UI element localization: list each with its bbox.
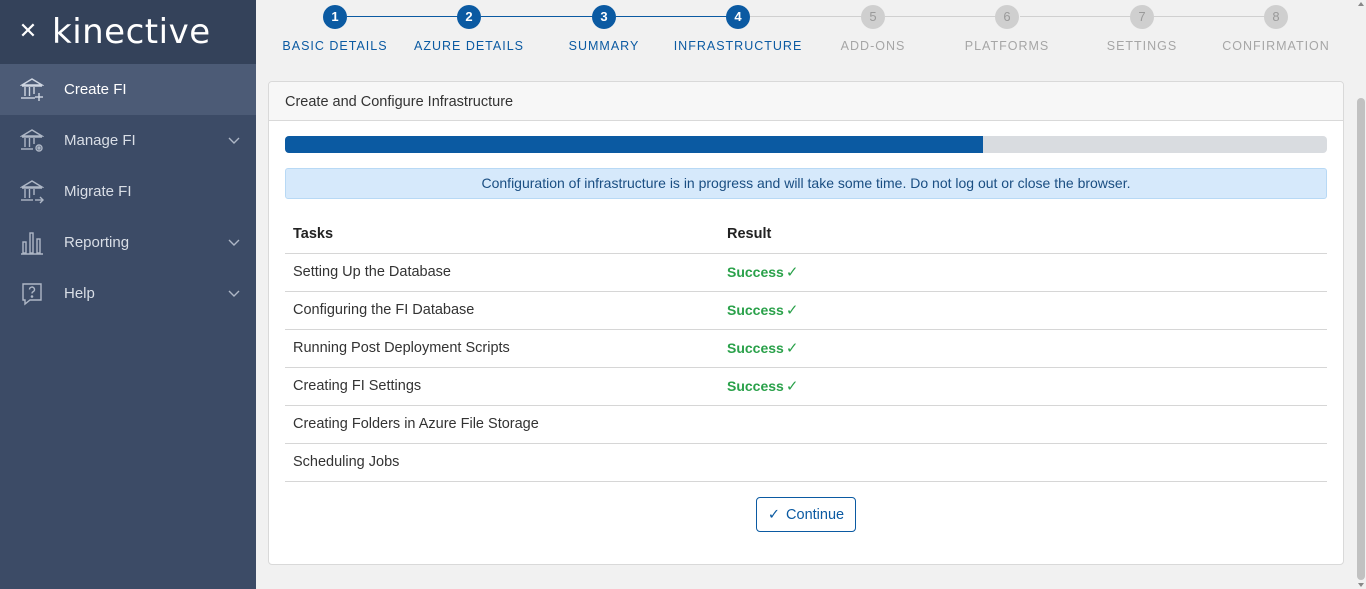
task-name: Configuring the FI Database xyxy=(285,291,719,330)
check-icon: ✓ xyxy=(785,340,799,357)
step-azure-details[interactable]: 2 AZURE DETAILS xyxy=(399,5,539,53)
step-number: 4 xyxy=(726,5,750,29)
step-label: PLATFORMS xyxy=(964,39,1050,53)
table-row: Scheduling Jobs xyxy=(285,443,1327,482)
table-row: Configuring the FI Database Success ✓ xyxy=(285,291,1327,330)
sidebar-item-label: Help xyxy=(64,285,95,302)
scroll-down-arrow-icon[interactable] xyxy=(1358,583,1364,587)
step-label: AZURE DETAILS xyxy=(413,39,524,53)
chevron-down-icon xyxy=(228,137,240,144)
task-name: Scheduling Jobs xyxy=(285,443,719,482)
task-name: Running Post Deployment Scripts xyxy=(285,329,719,368)
step-number: 8 xyxy=(1264,5,1288,29)
step-number: 2 xyxy=(457,5,481,29)
sidebar: ✕ kinective Create FI Manage FI Migrate … xyxy=(0,0,256,589)
task-result: Success ✓ xyxy=(719,329,1327,368)
chevron-down-icon xyxy=(228,239,240,246)
card-title: Create and Configure Infrastructure xyxy=(269,82,1343,121)
column-header-tasks: Tasks xyxy=(285,215,719,254)
step-number: 5 xyxy=(861,5,885,29)
wizard-stepper: 1 BASIC DETAILS 2 AZURE DETAILS 3 SUMMAR… xyxy=(256,0,1356,70)
table-row: Creating FI Settings Success ✓ xyxy=(285,367,1327,406)
chevron-down-icon xyxy=(228,290,240,297)
step-number: 7 xyxy=(1130,5,1154,29)
logo: kinective xyxy=(52,12,211,52)
task-result: Success ✓ xyxy=(719,291,1327,330)
sidebar-header: ✕ kinective xyxy=(0,0,256,64)
success-status: Success xyxy=(727,264,784,280)
task-name: Creating Folders in Azure File Storage xyxy=(285,405,719,444)
check-icon: ✓ xyxy=(785,378,799,395)
step-confirmation: 8 CONFIRMATION xyxy=(1206,5,1346,53)
page-scrollbar[interactable] xyxy=(1356,0,1366,589)
check-icon: ✓ xyxy=(785,264,799,281)
bar-chart-icon xyxy=(21,232,43,255)
continue-button[interactable]: ✓ Continue xyxy=(756,497,856,532)
step-add-ons: 5 ADD-ONS xyxy=(803,5,943,53)
step-label: SETTINGS xyxy=(1106,39,1178,53)
success-status: Success xyxy=(727,302,784,318)
step-settings: 7 SETTINGS xyxy=(1072,5,1212,53)
sidebar-item-create-fi[interactable]: Create FI xyxy=(0,64,256,115)
step-number: 1 xyxy=(323,5,347,29)
sidebar-item-label: Create FI xyxy=(64,81,127,98)
progress-bar xyxy=(285,136,1327,153)
infrastructure-card: Create and Configure Infrastructure Conf… xyxy=(268,81,1344,565)
help-bubble-icon xyxy=(22,283,42,306)
step-number: 6 xyxy=(995,5,1019,29)
table-header-row: Tasks Result xyxy=(285,215,1327,254)
task-name: Setting Up the Database xyxy=(285,253,719,292)
sidebar-item-manage-fi[interactable]: Manage FI xyxy=(0,115,256,166)
step-number: 3 xyxy=(592,5,616,29)
scroll-thumb[interactable] xyxy=(1357,98,1365,580)
task-result: Success ✓ xyxy=(719,367,1327,406)
step-platforms: 6 PLATFORMS xyxy=(937,5,1077,53)
success-status: Success xyxy=(727,340,784,356)
success-status: Success xyxy=(727,378,784,394)
tasks-table: Tasks Result Setting Up the Database Succ… xyxy=(285,215,1327,482)
task-result xyxy=(719,443,1327,482)
step-infrastructure[interactable]: 4 INFRASTRUCTURE xyxy=(668,5,808,53)
sidebar-item-help[interactable]: Help xyxy=(0,268,256,319)
table-row: Creating Folders in Azure File Storage xyxy=(285,405,1327,444)
step-label: BASIC DETAILS xyxy=(282,39,388,53)
step-basic-details[interactable]: 1 BASIC DETAILS xyxy=(265,5,405,53)
table-row: Setting Up the Database Success ✓ xyxy=(285,253,1327,292)
bank-gear-icon xyxy=(20,129,44,152)
column-header-result: Result xyxy=(719,215,1327,254)
info-alert: Configuration of infrastructure is in pr… xyxy=(285,168,1327,199)
step-label: ADD-ONS xyxy=(840,39,906,53)
sidebar-item-reporting[interactable]: Reporting xyxy=(0,217,256,268)
check-icon: ✓ xyxy=(785,302,799,319)
step-label: SUMMARY xyxy=(568,39,640,53)
progress-fill xyxy=(285,136,984,153)
scroll-up-arrow-icon[interactable] xyxy=(1358,2,1364,6)
bank-arrow-icon xyxy=(20,180,44,204)
sidebar-item-label: Reporting xyxy=(64,234,130,251)
table-row: Running Post Deployment Scripts Success ✓ xyxy=(285,329,1327,368)
close-icon[interactable]: ✕ xyxy=(18,20,38,42)
step-label: INFRASTRUCTURE xyxy=(673,39,803,53)
sidebar-item-label: Migrate FI xyxy=(64,183,132,200)
step-label: CONFIRMATION xyxy=(1222,39,1330,53)
task-result xyxy=(719,405,1327,444)
task-name: Creating FI Settings xyxy=(285,367,719,406)
step-summary[interactable]: 3 SUMMARY xyxy=(534,5,674,53)
sidebar-item-label: Manage FI xyxy=(64,132,136,149)
check-icon: ✓ xyxy=(767,506,781,523)
continue-label: Continue xyxy=(786,506,845,523)
bank-plus-icon xyxy=(20,78,44,101)
sidebar-item-migrate-fi[interactable]: Migrate FI xyxy=(0,166,256,217)
task-result: Success ✓ xyxy=(719,253,1327,292)
